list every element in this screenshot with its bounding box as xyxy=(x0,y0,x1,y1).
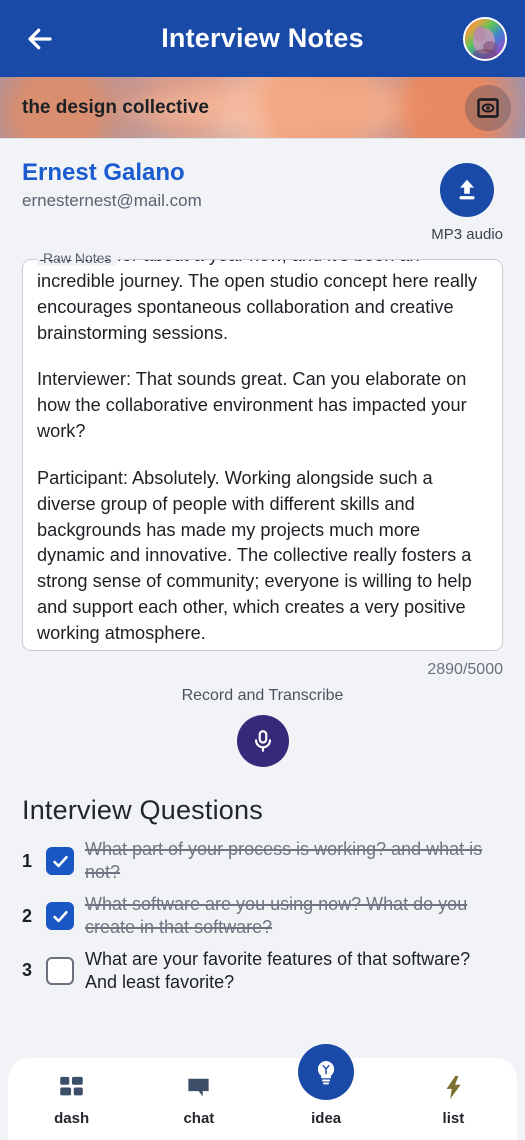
avatar[interactable] xyxy=(463,16,507,61)
upload-arrow-icon xyxy=(459,179,475,200)
person-meta: Ernest Galano ernesternest@mail.com xyxy=(22,159,431,211)
lightning-bolt-icon xyxy=(440,1072,467,1102)
eye-preview-icon xyxy=(477,97,499,118)
raw-notes-textarea[interactable]: collective for about a year now, and it'… xyxy=(23,260,502,644)
nav-item-dash[interactable]: dash xyxy=(30,1072,114,1127)
question-row: 3 What are your favorite features of tha… xyxy=(22,948,503,995)
lightbulb-icon xyxy=(317,1061,335,1085)
question-number: 3 xyxy=(22,960,33,981)
upload-audio-label: MP3 audio xyxy=(431,226,503,243)
app-root: Interview Notes the design collective Er… xyxy=(0,0,525,1140)
check-icon xyxy=(52,855,68,868)
back-button[interactable] xyxy=(18,17,62,61)
check-icon xyxy=(52,910,68,922)
nav-item-list[interactable]: list xyxy=(411,1072,495,1127)
record-transcribe-group: Record and Transcribe xyxy=(22,687,503,767)
interview-questions-list: 1 What part of your process is working? … xyxy=(22,838,503,994)
avatar-image xyxy=(465,18,505,59)
speech-bubble-icon xyxy=(185,1072,212,1102)
raw-notes-content: collective for about a year now, and it'… xyxy=(37,260,488,644)
nav-label-list: list xyxy=(442,1110,465,1127)
upload-audio-button[interactable] xyxy=(440,163,495,217)
nav-label-idea: idea xyxy=(311,1110,342,1127)
bottom-navigation-bar: dash chat idea list xyxy=(8,1044,517,1140)
question-row: 2 What software are you using now? What … xyxy=(22,893,503,940)
question-text[interactable]: What are your favorite features of that … xyxy=(85,948,503,995)
participant-name[interactable]: Ernest Galano xyxy=(22,159,431,187)
record-transcribe-label: Record and Transcribe xyxy=(181,687,344,704)
microphone-icon xyxy=(254,730,271,752)
interview-questions-title: Interview Questions xyxy=(22,795,263,825)
app-bar: Interview Notes xyxy=(0,0,525,77)
person-row: Ernest Galano ernesternest@mail.com MP3 … xyxy=(22,139,503,243)
project-banner: the design collective xyxy=(0,77,525,139)
upload-audio-group: MP3 audio xyxy=(431,163,503,243)
question-number: 2 xyxy=(22,905,33,926)
nav-item-idea[interactable]: idea xyxy=(284,1044,368,1127)
question-row: 1 What part of your process is working? … xyxy=(22,838,503,885)
grid-dashboard-icon xyxy=(58,1072,85,1102)
raw-notes-paragraph: Participant: Absolutely. Working alongsi… xyxy=(37,467,472,643)
raw-notes-paragraph: Interviewer: That sounds great. Can you … xyxy=(37,369,467,442)
content-scroll-area: Ernest Galano ernesternest@mail.com MP3 … xyxy=(0,139,525,1140)
nav-label-dash: dash xyxy=(54,1110,90,1127)
page-title: Interview Notes xyxy=(161,23,364,53)
question-checkbox[interactable] xyxy=(46,847,74,876)
arrow-left-icon xyxy=(28,28,52,49)
question-checkbox[interactable] xyxy=(46,956,74,985)
nav-label-chat: chat xyxy=(183,1110,215,1127)
character-counter: 2890/5000 xyxy=(427,661,503,678)
preview-banner-button[interactable] xyxy=(465,84,511,131)
banner-title: the design collective xyxy=(22,96,209,118)
record-microphone-button[interactable] xyxy=(236,715,289,767)
question-text[interactable]: What part of your process is working? an… xyxy=(85,838,503,885)
raw-notes-paragraph: collective for about a year now, and it'… xyxy=(37,260,478,343)
question-text[interactable]: What software are you using now? What do… xyxy=(85,893,503,940)
raw-notes-field: Raw Notes collective for about a year no… xyxy=(22,250,503,651)
participant-email: ernesternest@mail.com xyxy=(22,191,202,211)
nav-item-chat[interactable]: chat xyxy=(157,1072,241,1127)
question-number: 1 xyxy=(22,850,33,871)
idea-fab-button[interactable] xyxy=(298,1044,355,1100)
question-checkbox[interactable] xyxy=(46,902,74,931)
